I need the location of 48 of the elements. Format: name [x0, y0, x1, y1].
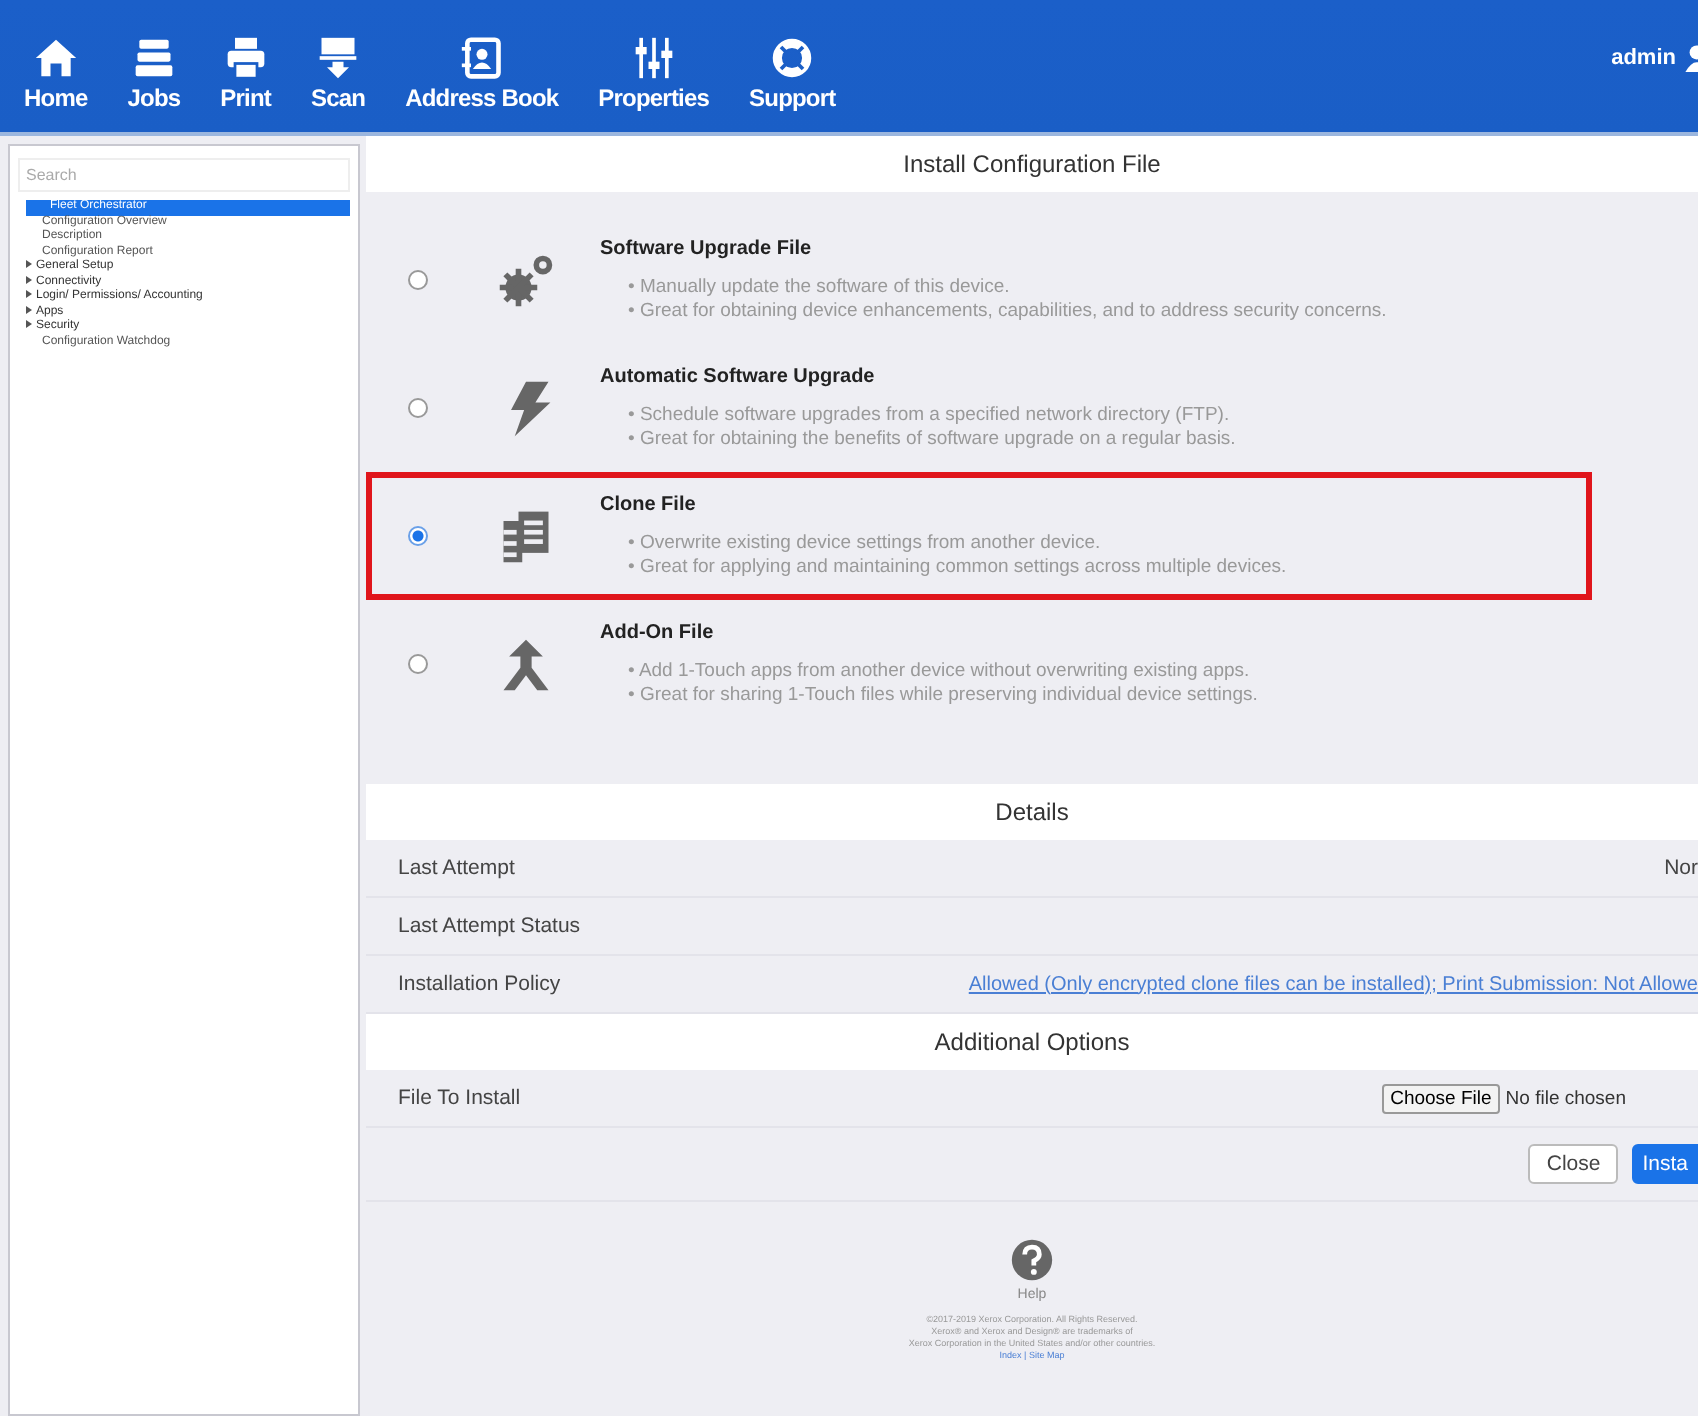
- scanner-icon: [316, 36, 361, 80]
- option-title: Automatic Software Upgrade: [600, 365, 877, 387]
- nav-button[interactable]: Support: [749, 36, 836, 112]
- nav-button[interactable]: Print: [220, 36, 272, 112]
- lifebuoy-icon: [770, 36, 815, 80]
- person-icon: [1684, 44, 1698, 72]
- home-icon: [33, 36, 78, 80]
- nav-button[interactable]: Home: [24, 36, 88, 112]
- option-description: • Overwrite existing device settings from another device.: [626, 531, 1103, 555]
- radio-button[interactable]: [408, 526, 428, 546]
- nav-button[interactable]: Scan: [311, 36, 366, 112]
- option-description: • Manually update the software of this device.: [626, 275, 1012, 299]
- section-heading: Details: [366, 784, 1698, 840]
- option-title: Software Upgrade File: [600, 237, 814, 259]
- option-title: Add-On File: [600, 621, 716, 643]
- option-description: • Great for sharing 1-Touch files while preserving individual device settings.: [626, 683, 1258, 707]
- option-title: Clone File: [600, 493, 698, 515]
- field-label: Installation Policy: [398, 972, 561, 996]
- section-heading: Install Configuration File: [366, 136, 1698, 192]
- field-label: Last Attempt Status: [398, 914, 581, 938]
- radio-button[interactable]: [408, 654, 428, 674]
- option-description: • Great for obtaining device enhancements, capabilities, and to address security concerns.: [626, 299, 1387, 323]
- nav-button[interactable]: Address Book: [405, 36, 559, 112]
- option-description: • Great for applying and maintaining common settings across multiple devices.: [626, 555, 1287, 579]
- file-status: No file chosen: [1505, 1087, 1626, 1109]
- nav-button[interactable]: Jobs: [127, 36, 181, 112]
- user-menu[interactable]: admin: [1611, 44, 1698, 112]
- radio-button[interactable]: [408, 398, 428, 418]
- option-description: • Add 1-Touch apps from another device without overwriting existing apps.: [626, 659, 1252, 683]
- sliders-icon: [631, 36, 676, 80]
- field-label: File To Install: [398, 1086, 521, 1110]
- section-heading: Additional Options: [366, 1014, 1698, 1070]
- nav-button[interactable]: Properties: [598, 36, 710, 112]
- help-icon: [1010, 1238, 1054, 1282]
- printer-icon: [223, 36, 268, 80]
- install-button[interactable]: Insta: [1632, 1144, 1698, 1184]
- field-label: Last Attempt: [398, 856, 515, 880]
- option-description: • Great for obtaining the benefits of software upgrade on a regular basis.: [626, 427, 1236, 451]
- choose-file-button[interactable]: Choose File: [1382, 1083, 1500, 1113]
- close-button[interactable]: Close: [1528, 1144, 1619, 1184]
- address-book-icon: [459, 36, 504, 80]
- gears-icon: [496, 250, 556, 310]
- policy-link[interactable]: Allowed (Only encrypted clone files can be installed); Print Submission: Not Allowe: [968, 973, 1698, 995]
- stack-icon: [131, 36, 176, 80]
- radio-button[interactable]: [408, 270, 428, 290]
- field-value: Nor: [1664, 856, 1698, 880]
- search-field[interactable]: Search: [18, 158, 350, 192]
- option-description: • Schedule software upgrades from a specified network directory (FTP).: [626, 403, 1232, 427]
